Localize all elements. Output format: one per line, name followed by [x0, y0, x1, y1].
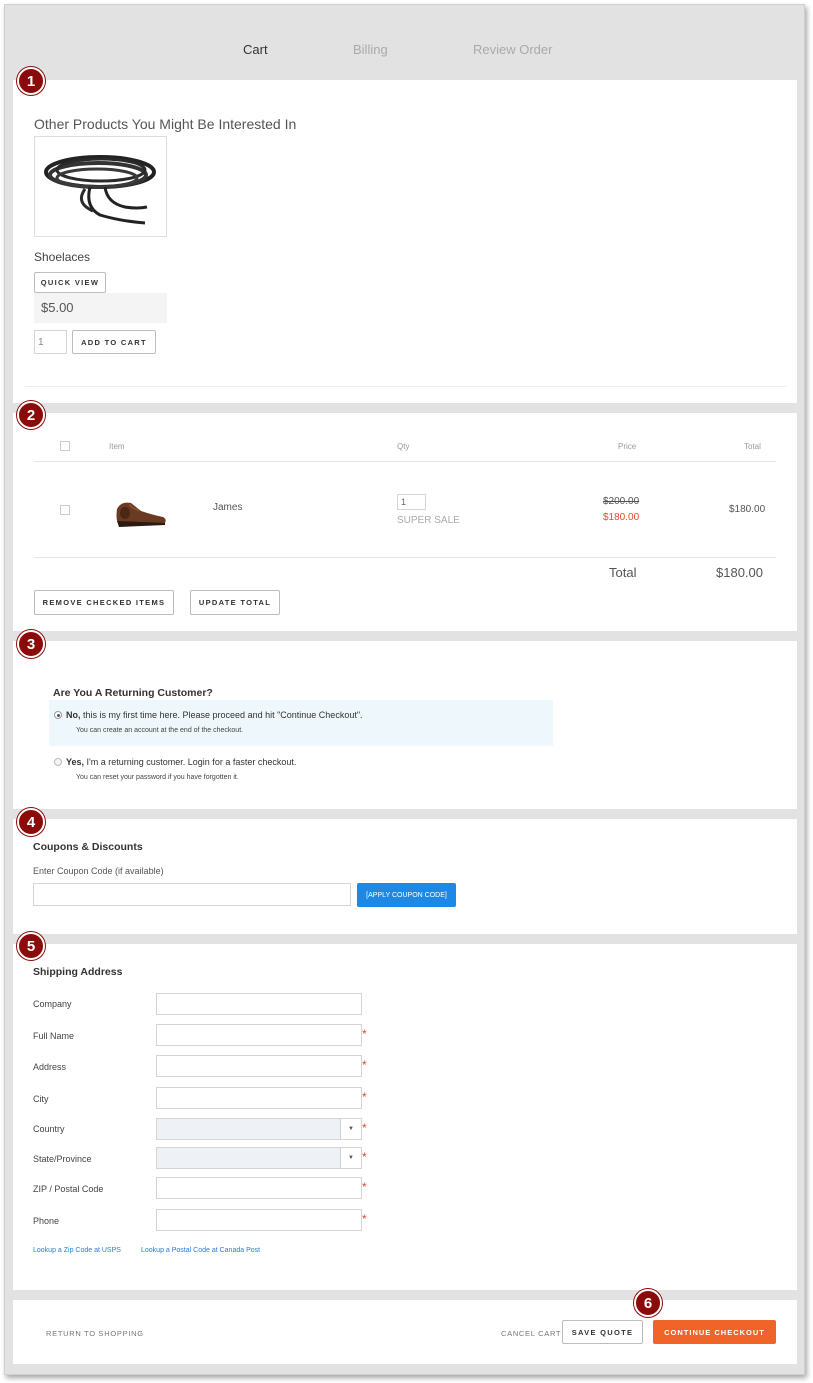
step-badge-3: 3 [17, 630, 45, 658]
product-name[interactable]: Shoelaces [34, 250, 90, 264]
returning-title: Are You A Returning Customer? [53, 687, 213, 699]
total-value: $180.00 [716, 565, 763, 580]
shoe-thumbnail[interactable] [111, 491, 169, 531]
remove-checked-items-button[interactable]: REMOVE CHECKED ITEMS [34, 590, 174, 615]
coupon-label: Enter Coupon Code (if available) [33, 866, 164, 876]
option-yes-text: Yes, I'm a returning customer. Login for… [66, 757, 296, 767]
phone-required: * [362, 1212, 367, 1226]
step-billing[interactable]: Billing [353, 42, 388, 57]
phone-label: Phone [33, 1216, 60, 1226]
checkout-steps: Cart Billing Review Order [5, 42, 804, 62]
header-qty: Qty [397, 442, 410, 451]
country-required: * [362, 1121, 367, 1135]
option-no-desc: this is my first time here. Please proce… [80, 710, 363, 720]
item-checkbox[interactable] [60, 505, 70, 515]
option-no-sub: You can create an account at the end of … [76, 727, 244, 734]
chevron-down-icon: ▼ [348, 1155, 354, 1161]
coupons-title: Coupons & Discounts [33, 841, 143, 853]
step-badge-4: 4 [17, 808, 45, 836]
recommendations-title: Other Products You Might Be Interested I… [34, 116, 297, 132]
option-yes-desc: I'm a returning customer. Login for a fa… [84, 757, 297, 767]
country-select[interactable]: ▼ [156, 1118, 362, 1140]
shoe-image [116, 502, 166, 527]
country-label: Country [33, 1124, 65, 1134]
state-select[interactable]: ▼ [156, 1147, 362, 1169]
update-total-button[interactable]: UPDATE TOTAL [190, 590, 280, 615]
checkout-actions-panel: RETURN TO SHOPPING CANCEL CART SAVE QUOT… [13, 1300, 797, 1364]
quantity-input[interactable]: 1 [34, 330, 67, 354]
address-required: * [362, 1058, 367, 1072]
state-label: State/Province [33, 1154, 92, 1164]
step-review-order[interactable]: Review Order [473, 42, 552, 57]
continue-checkout-button[interactable]: CONTINUE CHECKOUT [653, 1320, 776, 1344]
option-new-customer[interactable]: No, this is my first time here. Please p… [49, 700, 553, 746]
divider [25, 386, 787, 387]
radio-yes[interactable] [54, 758, 62, 766]
item-total: $180.00 [729, 504, 766, 515]
company-field[interactable] [156, 993, 362, 1015]
row-divider [34, 557, 776, 558]
step-badge-6: 6 [634, 1289, 662, 1317]
radio-no[interactable] [54, 711, 62, 719]
coupon-code-input[interactable] [33, 883, 351, 906]
item-qty-input[interactable]: 1 [397, 494, 426, 510]
header-divider [34, 461, 776, 462]
city-field[interactable] [156, 1087, 362, 1109]
address-label: Address [33, 1062, 67, 1072]
quick-view-button[interactable]: QUICK VIEW [34, 272, 106, 293]
shoelaces-image [44, 155, 156, 225]
city-required: * [362, 1090, 367, 1104]
header-item: Item [109, 442, 125, 451]
return-to-shopping-link[interactable]: RETURN TO SHOPPING [46, 1329, 144, 1338]
save-quote-button[interactable]: SAVE QUOTE [562, 1320, 643, 1344]
option-returning-customer[interactable]: Yes, I'm a returning customer. Login for… [49, 749, 553, 789]
checkout-frame: Cart Billing Review Order Other Products… [4, 4, 805, 1375]
option-no-bold: No, [66, 710, 81, 720]
sale-price: $180.00 [603, 512, 640, 523]
cancel-cart-link[interactable]: CANCEL CART [501, 1329, 561, 1338]
total-label: Total [609, 565, 637, 580]
step-badge-5: 5 [17, 932, 45, 960]
item-name[interactable]: James [213, 502, 242, 513]
returning-customer-panel: Are You A Returning Customer? No, this i… [13, 641, 797, 809]
company-label: Company [33, 999, 72, 1009]
canada-post-lookup-link[interactable]: Lookup a Postal Code at Canada Post [141, 1247, 260, 1254]
super-sale-label: SUPER SALE [397, 515, 460, 526]
zip-field[interactable] [156, 1177, 362, 1199]
state-dropdown-arrow[interactable]: ▼ [340, 1148, 361, 1168]
option-yes-bold: Yes, [66, 757, 85, 767]
zip-label: ZIP / Postal Code [33, 1184, 104, 1194]
usps-lookup-link[interactable]: Lookup a Zip Code at USPS [33, 1247, 121, 1254]
step-badge-1: 1 [17, 67, 45, 95]
header-total: Total [744, 442, 761, 451]
address-field[interactable] [156, 1055, 362, 1077]
recommendations-panel: Other Products You Might Be Interested I… [13, 80, 797, 403]
cart-panel: Item Qty Price Total James 1 SUPER SALE … [13, 413, 797, 631]
shipping-panel: Shipping Address Company Full Name * Add… [13, 944, 797, 1290]
option-no-text: No, this is my first time here. Please p… [66, 710, 363, 720]
header-price: Price [618, 442, 637, 451]
shipping-title: Shipping Address [33, 966, 123, 978]
product-image[interactable] [34, 136, 167, 237]
product-price: $5.00 [34, 293, 167, 323]
step-cart[interactable]: Cart [243, 42, 268, 57]
full-name-field[interactable] [156, 1024, 362, 1046]
full-name-required: * [362, 1027, 367, 1041]
option-yes-sub: You can reset your password if you have … [76, 774, 239, 781]
apply-coupon-button[interactable]: [APPLY COUPON CODE] [357, 883, 456, 907]
phone-field[interactable] [156, 1209, 362, 1231]
add-to-cart-button[interactable]: ADD TO CART [72, 330, 156, 354]
original-price: $200.00 [603, 496, 640, 507]
coupons-panel: Coupons & Discounts Enter Coupon Code (i… [13, 819, 797, 934]
country-dropdown-arrow[interactable]: ▼ [340, 1119, 361, 1139]
state-required: * [362, 1150, 367, 1164]
full-name-label: Full Name [33, 1031, 75, 1041]
select-all-checkbox[interactable] [60, 441, 70, 451]
step-badge-2: 2 [17, 401, 45, 429]
zip-required: * [362, 1180, 367, 1194]
city-label: City [33, 1094, 49, 1104]
chevron-down-icon: ▼ [348, 1126, 354, 1132]
